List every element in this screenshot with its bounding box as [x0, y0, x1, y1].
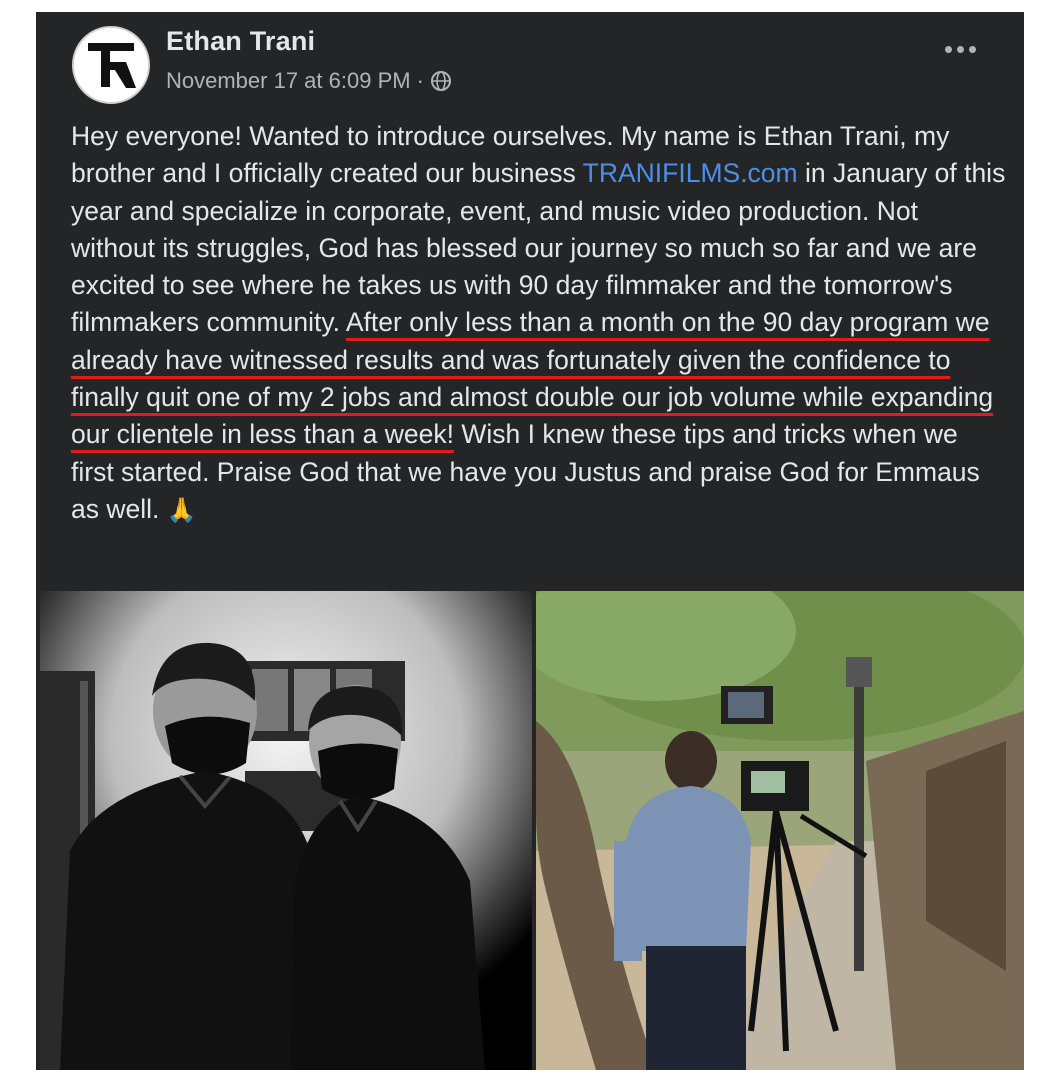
- more-dot: [945, 46, 952, 53]
- post-body: Hey everyone! Wanted to introduce oursel…: [71, 118, 1006, 529]
- more-dot: [957, 46, 964, 53]
- photo-two-brothers-masks[interactable]: [40, 591, 532, 1070]
- more-dot: [969, 46, 976, 53]
- tranifilms-logo-icon: [74, 28, 148, 102]
- meta-separator: ·: [416, 68, 424, 93]
- post-timestamp[interactable]: November 17 at 6:09 PM: [166, 68, 411, 94]
- author-avatar[interactable]: [72, 26, 150, 104]
- post-link[interactable]: TRANIFILMS.com: [583, 158, 798, 188]
- folded-hands-emoji: 🙏: [166, 496, 197, 524]
- facebook-post-card: Ethan Trani November 17 at 6:09 PM · Hey…: [36, 12, 1024, 1070]
- post-meta: November 17 at 6:09 PM ·: [166, 68, 452, 94]
- globe-icon[interactable]: [430, 70, 452, 92]
- more-options-icon[interactable]: [945, 46, 976, 53]
- author-name[interactable]: Ethan Trani: [166, 26, 315, 57]
- photo-camera-operator-outdoors[interactable]: [536, 591, 1024, 1070]
